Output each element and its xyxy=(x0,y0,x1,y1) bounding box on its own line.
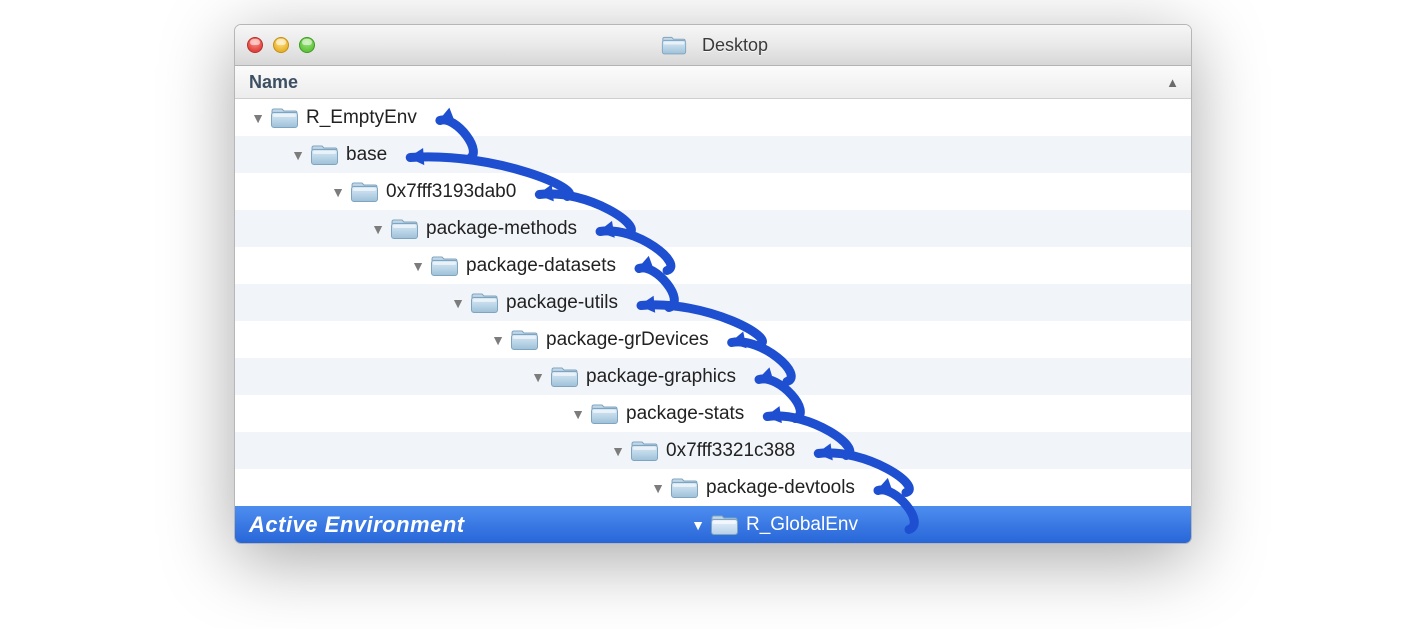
row-label: package-methods xyxy=(426,218,577,240)
file-list: ▼ R_EmptyEnv ▼ base ▼ 0x7fff3193dab0 ▼ package-… xyxy=(235,99,1191,543)
finder-window: Desktop Name ▲ ▼ R_EmptyEnv ▼ base ▼ 0x7fff31… xyxy=(234,24,1192,544)
zoom-button[interactable] xyxy=(299,37,315,53)
triangle-down-icon[interactable]: ▼ xyxy=(249,110,267,126)
list-item[interactable]: ▼ package-grDevices xyxy=(235,321,1191,358)
list-item[interactable]: ▼ package-devtools xyxy=(235,469,1191,506)
triangle-down-icon[interactable]: ▼ xyxy=(449,295,467,311)
active-environment-label: Active Environment xyxy=(249,512,465,538)
row-label: package-devtools xyxy=(706,477,855,499)
folder-icon xyxy=(430,254,459,277)
folder-icon xyxy=(661,34,687,56)
triangle-down-icon[interactable]: ▼ xyxy=(649,480,667,496)
row-label: R_GlobalEnv xyxy=(746,514,858,536)
list-item[interactable]: ▼ package-utils xyxy=(235,284,1191,321)
close-button[interactable] xyxy=(247,37,263,53)
folder-icon xyxy=(310,143,339,166)
folder-icon xyxy=(670,476,699,499)
list-item[interactable]: ▼ package-stats xyxy=(235,395,1191,432)
column-header-name[interactable]: Name xyxy=(249,72,298,93)
folder-icon xyxy=(350,180,379,203)
triangle-down-icon[interactable]: ▼ xyxy=(569,406,587,422)
folder-icon xyxy=(470,291,499,314)
folder-icon xyxy=(710,513,739,536)
folder-icon xyxy=(630,439,659,462)
minimize-button[interactable] xyxy=(273,37,289,53)
triangle-down-icon[interactable]: ▼ xyxy=(329,184,347,200)
row-label: package-stats xyxy=(626,403,744,425)
row-label: package-utils xyxy=(506,292,618,314)
row-label: R_EmptyEnv xyxy=(306,107,417,129)
folder-icon xyxy=(270,106,299,129)
traffic-lights xyxy=(247,37,315,53)
triangle-down-icon[interactable]: ▼ xyxy=(369,221,387,237)
row-label: 0x7fff3321c388 xyxy=(666,440,795,462)
triangle-down-icon[interactable]: ▼ xyxy=(609,443,627,459)
list-item[interactable]: ▼ package-graphics xyxy=(235,358,1191,395)
list-item-selected[interactable]: ▼ R_GlobalEnv Active Environment xyxy=(235,506,1191,543)
folder-icon xyxy=(390,217,419,240)
row-label: base xyxy=(346,144,387,166)
triangle-up-icon[interactable]: ▲ xyxy=(1166,75,1179,90)
list-item[interactable]: ▼ 0x7fff3321c388 xyxy=(235,432,1191,469)
folder-icon xyxy=(510,328,539,351)
column-header-row[interactable]: Name ▲ xyxy=(235,66,1191,99)
triangle-down-icon[interactable]: ▼ xyxy=(409,258,427,274)
window-title: Desktop xyxy=(702,35,768,56)
folder-icon xyxy=(550,365,579,388)
triangle-down-icon[interactable]: ▼ xyxy=(689,517,707,533)
list-item[interactable]: ▼ 0x7fff3193dab0 xyxy=(235,173,1191,210)
list-item[interactable]: ▼ package-datasets xyxy=(235,247,1191,284)
row-label: package-grDevices xyxy=(546,329,709,351)
row-label: 0x7fff3193dab0 xyxy=(386,181,516,203)
list-item[interactable]: ▼ R_EmptyEnv xyxy=(235,99,1191,136)
row-label: package-graphics xyxy=(586,366,736,388)
list-item[interactable]: ▼ base xyxy=(235,136,1191,173)
triangle-down-icon[interactable]: ▼ xyxy=(489,332,507,348)
row-label: package-datasets xyxy=(466,255,616,277)
triangle-down-icon[interactable]: ▼ xyxy=(529,369,547,385)
folder-icon xyxy=(590,402,619,425)
titlebar[interactable]: Desktop xyxy=(235,25,1191,66)
triangle-down-icon[interactable]: ▼ xyxy=(289,147,307,163)
list-item[interactable]: ▼ package-methods xyxy=(235,210,1191,247)
